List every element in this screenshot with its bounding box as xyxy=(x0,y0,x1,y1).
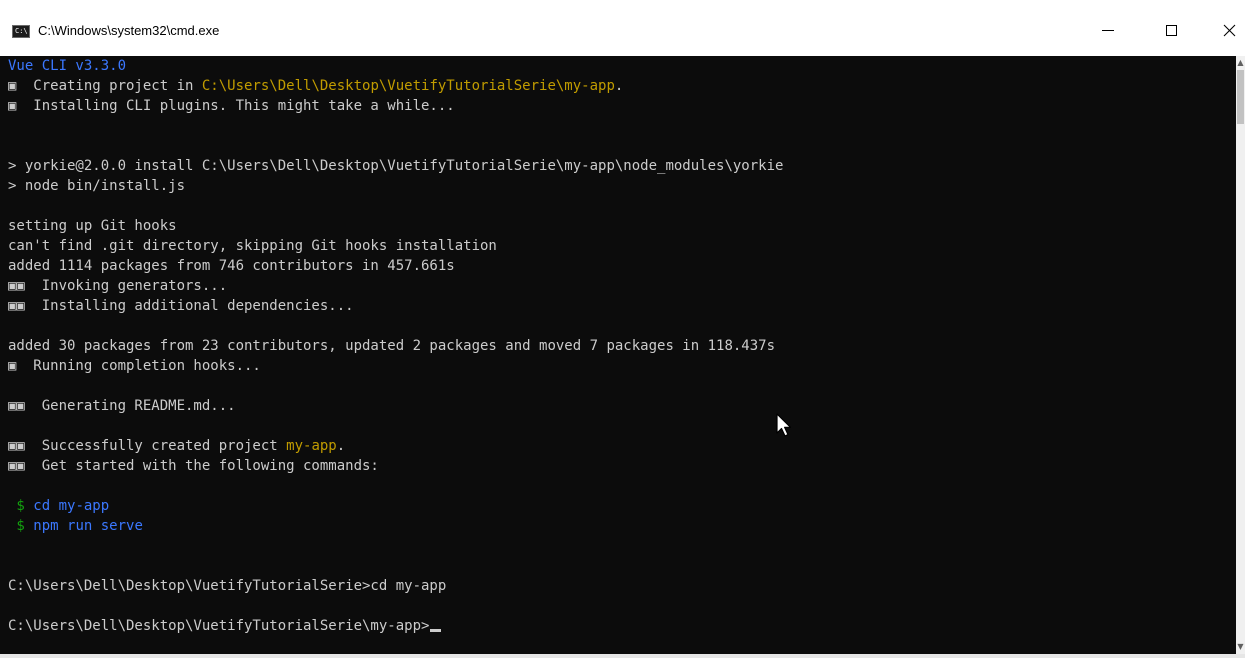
console-line: ▣ Creating project in C:\Users\Dell\Desk… xyxy=(8,76,623,96)
cmd-window: C:\Windows\system32\cmd.exe Vue CLI v3.3… xyxy=(0,0,1245,658)
console-text-segment: C:\Users\Dell\Desktop\VuetifyTutorialSer… xyxy=(8,618,430,634)
console-line: ▣▣ Invoking generators... xyxy=(8,276,227,296)
maximize-icon xyxy=(1165,24,1177,36)
console-text-segment: C:\Users\Dell\Desktop\VuetifyTutorialSer… xyxy=(201,78,615,94)
console-line: ▣▣ Generating README.md... xyxy=(8,396,236,416)
console-text-segment: ▣▣ Generating README.md... xyxy=(8,398,236,414)
console-text-segment: added 1114 packages from 746 contributor… xyxy=(8,258,455,274)
vertical-scrollbar[interactable]: ▲ ▼ xyxy=(1236,56,1245,654)
console-text-segment: ▣▣ Invoking generators... xyxy=(8,278,228,294)
console-text-segment: can't find .git directory, skipping Git … xyxy=(8,238,497,254)
console-text-segment: my-app xyxy=(286,438,337,454)
console-text-segment: ▣ Running completion hooks... xyxy=(8,358,261,374)
console-line: C:\Users\Dell\Desktop\VuetifyTutorialSer… xyxy=(8,576,446,596)
console-line: $ npm run serve xyxy=(8,516,143,536)
scrollbar-thumb[interactable] xyxy=(1237,70,1244,124)
mouse-pointer-icon xyxy=(776,413,792,437)
console-line: C:\Users\Dell\Desktop\VuetifyTutorialSer… xyxy=(8,616,442,636)
maximize-button[interactable] xyxy=(1148,10,1194,50)
window-bottom-edge xyxy=(0,654,1245,658)
console-output[interactable]: Vue CLI v3.3.0 ▣ Creating project in C:\U… xyxy=(0,56,1236,654)
console-text-segment: ▣▣ Installing additional dependencies... xyxy=(8,298,354,314)
console-line: ▣▣ Successfully created project my-app. xyxy=(8,436,345,456)
minimize-button[interactable] xyxy=(1085,10,1131,50)
console-text-segment: added 30 packages from 23 contributors, … xyxy=(8,338,776,354)
console-text-segment: . xyxy=(614,78,624,94)
console-text-segment: . xyxy=(336,438,346,454)
console-line: added 30 packages from 23 contributors, … xyxy=(8,336,775,356)
console-line: > node bin/install.js xyxy=(8,176,185,196)
console-line: Vue CLI v3.3.0 xyxy=(8,56,126,76)
scroll-up-icon[interactable]: ▲ xyxy=(1236,58,1245,68)
console-text-segment: ▣▣ Get started with the following comman… xyxy=(8,458,379,474)
console-line: > yorkie@2.0.0 install C:\Users\Dell\Des… xyxy=(8,156,783,176)
console-text-segment: cd my-app xyxy=(33,498,110,514)
console-text-segment: C:\Users\Dell\Desktop\VuetifyTutorialSer… xyxy=(8,578,447,594)
console-text-segment: ▣▣ Successfully created project xyxy=(8,438,287,454)
text-cursor xyxy=(430,629,442,632)
console-text-segment: Vue CLI v3.3.0 xyxy=(8,58,127,74)
console-text-segment: > yorkie@2.0.0 install C:\Users\Dell\Des… xyxy=(8,158,784,174)
console-line: ▣ Running completion hooks... xyxy=(8,356,261,376)
console-line: ▣▣ Get started with the following comman… xyxy=(8,456,379,476)
console-line: added 1114 packages from 746 contributor… xyxy=(8,256,455,276)
scroll-down-icon[interactable]: ▼ xyxy=(1236,642,1245,652)
console-text-segment: setting up Git hooks xyxy=(8,218,177,234)
console-text-segment: ▣ Installing CLI plugins. This might tak… xyxy=(8,98,455,114)
console-text-segment: > node bin/install.js xyxy=(8,178,186,194)
console-line: can't find .git directory, skipping Git … xyxy=(8,236,497,256)
console-line: ▣▣ Installing additional dependencies... xyxy=(8,296,354,316)
minimize-icon xyxy=(1102,29,1114,31)
console-line: $ cd my-app xyxy=(8,496,109,516)
console-text-segment: ▣ Creating project in xyxy=(8,78,202,94)
close-icon xyxy=(1223,24,1235,36)
console-text-segment: $ xyxy=(8,518,34,534)
console-text-segment: npm run serve xyxy=(33,518,143,534)
window-title: C:\Windows\system32\cmd.exe xyxy=(38,23,220,38)
console-line: setting up Git hooks xyxy=(8,216,177,236)
cmd-icon[interactable] xyxy=(12,25,30,38)
console-line: ▣ Installing CLI plugins. This might tak… xyxy=(8,96,455,116)
title-bar[interactable]: C:\Windows\system32\cmd.exe xyxy=(0,0,1245,56)
console-text-segment: $ xyxy=(8,498,34,514)
close-button[interactable] xyxy=(1206,10,1245,50)
